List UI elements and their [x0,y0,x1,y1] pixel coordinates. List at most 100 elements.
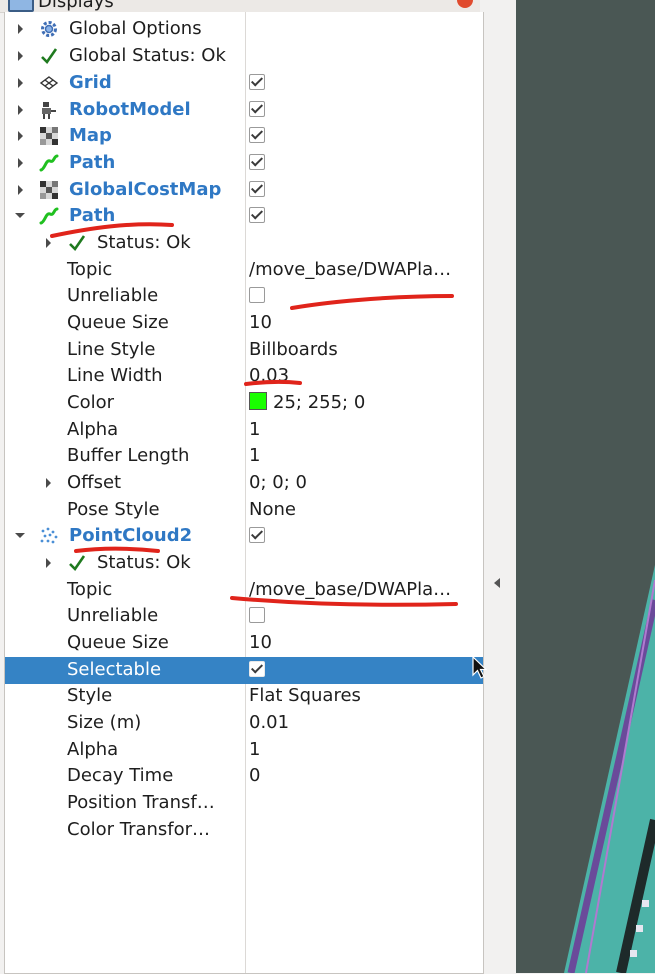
property-queue-size[interactable]: Queue Size 10 [5,310,483,337]
expand-arrow-icon[interactable] [18,51,23,61]
property-label: Selectable [67,659,162,680]
color-swatch[interactable] [249,392,267,410]
expand-arrow-icon[interactable] [18,158,23,168]
status-row[interactable]: Status: Ok [5,550,483,577]
unreliable-checkbox[interactable] [249,287,265,303]
display-enabled-checkbox[interactable] [249,127,265,143]
expand-arrow-icon[interactable] [46,558,51,568]
display-label: Path [69,205,116,226]
display-item-path[interactable]: Path [5,150,483,177]
property-label: Color [67,392,114,413]
gear-icon [41,21,57,37]
color-value[interactable]: 25; 255; 0 [249,392,477,413]
display-label: RobotModel [69,99,191,120]
display-enabled-checkbox[interactable] [249,101,265,117]
property-label: Unreliable [67,605,159,626]
display-item-map[interactable]: Map [5,123,483,150]
display-enabled-checkbox[interactable] [249,527,265,543]
topic-value[interactable]: /move_base/DWAPla… [249,579,477,600]
property-label: Style [67,685,113,706]
mouse-cursor-icon [472,656,488,679]
display-enabled-checkbox[interactable] [249,154,265,170]
property-label: Pose Style [67,499,160,520]
display-enabled-checkbox[interactable] [249,74,265,90]
selectable-checkbox[interactable] [249,661,265,677]
property-label: Line Style [67,339,156,360]
decay-time-value[interactable]: 0 [249,765,477,786]
display-label: PointCloud2 [69,525,193,546]
queue-size-value[interactable]: 10 [249,312,477,333]
expand-arrow-icon[interactable] [18,131,23,141]
close-icon[interactable] [457,0,473,8]
display-item-globalcostmap[interactable]: GlobalCostMap [5,177,483,204]
display-item-pointcloud2[interactable]: PointCloud2 [5,523,483,550]
property-label: Alpha [67,739,119,760]
display-item-path-expanded[interactable]: Path [5,203,483,230]
path-icon [39,207,59,225]
monitor-icon [8,0,34,12]
property-alpha[interactable]: Alpha 1 [5,417,483,444]
property-label: Decay Time [67,765,174,786]
display-enabled-checkbox[interactable] [249,207,265,223]
check-icon [69,235,86,252]
render-view[interactable] [516,0,655,973]
expand-arrow-icon[interactable] [18,185,23,195]
collapse-arrow-icon[interactable] [15,213,25,218]
size-value[interactable]: 0.01 [249,712,477,733]
robot-icon [42,102,56,119]
property-unreliable[interactable]: Unreliable [5,283,483,310]
style-value[interactable]: Flat Squares [249,685,477,706]
display-label: Grid [69,72,112,93]
property-line-style[interactable]: Line Style Billboards [5,337,483,364]
offset-value[interactable]: 0; 0; 0 [249,472,477,493]
display-label: Global Status: Ok [69,45,226,66]
line-style-value[interactable]: Billboards [249,339,477,360]
property-label: Queue Size [67,312,169,333]
property-line-width[interactable]: Line Width 0.03 [5,363,483,390]
line-width-value[interactable]: 0.03 [249,365,477,386]
display-label: Path [69,152,116,173]
display-item-global-options[interactable]: Global Options [5,16,483,43]
collapse-panel-arrow-icon[interactable] [494,578,500,588]
alpha-value[interactable]: 1 [249,419,477,440]
display-enabled-checkbox[interactable] [249,181,265,197]
expand-arrow-icon[interactable] [18,105,23,115]
display-item-global-status[interactable]: Global Status: Ok [5,43,483,70]
property-decay-time[interactable]: Decay Time 0 [5,763,483,790]
property-color[interactable]: Color 25; 255; 0 [5,390,483,417]
property-alpha[interactable]: Alpha 1 [5,737,483,764]
grid-icon [39,76,59,90]
property-buffer-length[interactable]: Buffer Length 1 [5,443,483,470]
property-style[interactable]: Style Flat Squares [5,683,483,710]
expand-arrow-icon[interactable] [46,478,51,488]
property-unreliable[interactable]: Unreliable [5,603,483,630]
unreliable-checkbox[interactable] [249,607,265,623]
expand-arrow-icon[interactable] [18,24,23,34]
path-icon [39,154,59,172]
property-label: Queue Size [67,632,169,653]
property-label: Unreliable [67,285,159,306]
buffer-length-value[interactable]: 1 [249,445,477,466]
property-label: Offset [67,472,122,493]
alpha-value[interactable]: 1 [249,739,477,760]
topic-value[interactable]: /move_base/DWAPla… [249,259,477,280]
display-item-grid[interactable]: Grid [5,70,483,97]
collapse-arrow-icon[interactable] [15,533,25,538]
display-item-robotmodel[interactable]: RobotModel [5,97,483,124]
property-selectable[interactable]: Selectable [5,657,483,684]
status-row[interactable]: Status: Ok [5,230,483,257]
pose-style-value[interactable]: None [249,499,477,520]
property-queue-size[interactable]: Queue Size 10 [5,630,483,657]
property-position-transformer[interactable]: Position Transf… [5,790,483,817]
expand-arrow-icon[interactable] [18,78,23,88]
expand-arrow-icon[interactable] [46,238,51,248]
property-pose-style[interactable]: Pose Style None [5,497,483,524]
status-label: Status: Ok [97,552,191,573]
property-topic[interactable]: Topic /move_base/DWAPla… [5,577,483,604]
queue-size-value[interactable]: 10 [249,632,477,653]
check-icon [69,555,86,572]
property-topic[interactable]: Topic /move_base/DWAPla… [5,257,483,284]
property-color-transformer[interactable]: Color Transfor… [5,817,483,844]
property-offset[interactable]: Offset 0; 0; 0 [5,470,483,497]
property-size[interactable]: Size (m) 0.01 [5,710,483,737]
